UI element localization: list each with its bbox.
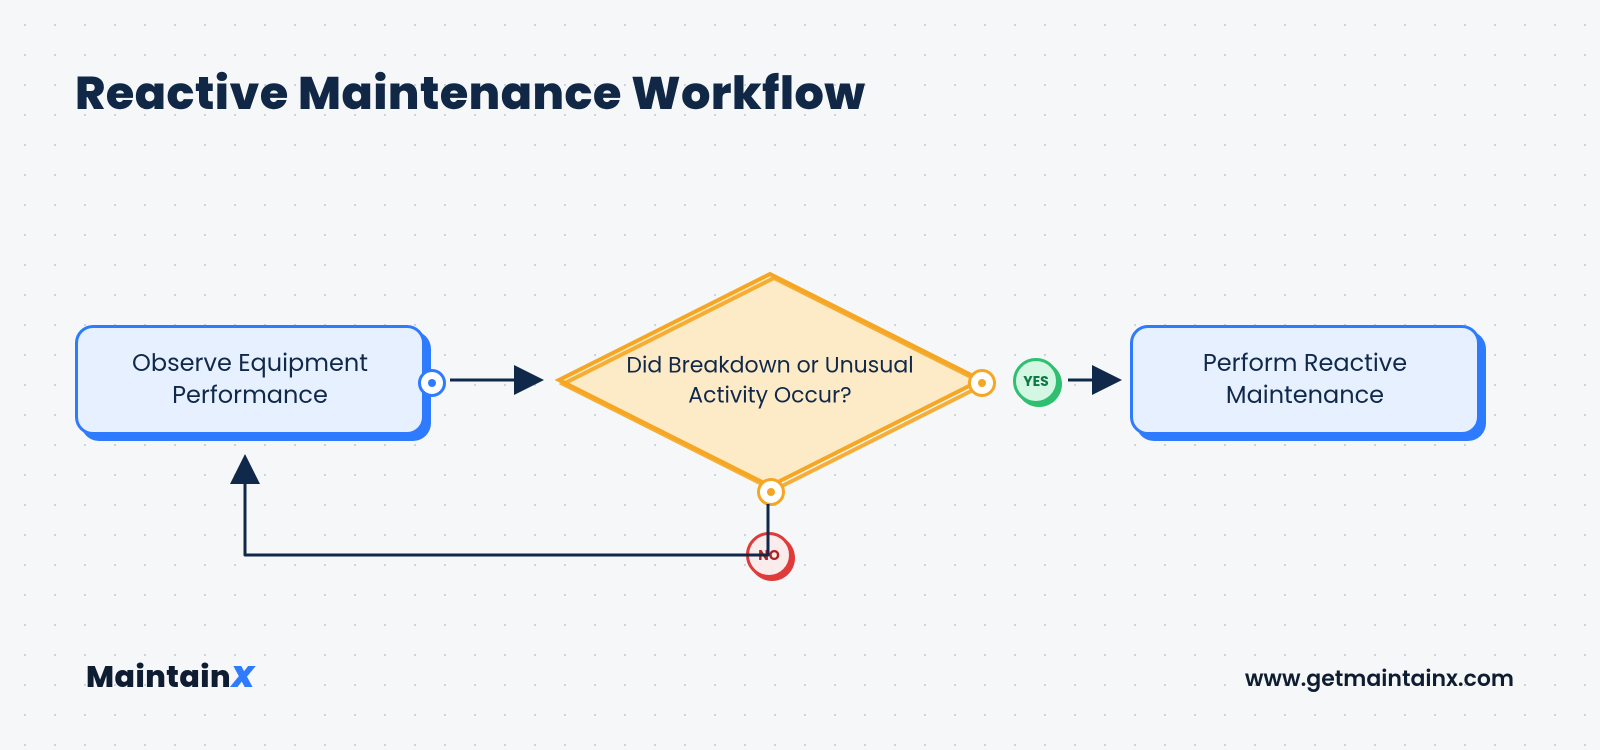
- arrow-observe-to-decision: [450, 370, 550, 390]
- process-perform-label: Perform Reactive Maintenance: [1157, 348, 1453, 413]
- arrow-no-loopback: [230, 500, 790, 590]
- process-observe-label: Observe Equipment Performance: [102, 348, 398, 413]
- connector-out-observe: [418, 369, 446, 397]
- brand-logo: MaintainX: [86, 654, 255, 700]
- brand-suffix: X: [231, 655, 254, 698]
- yes-label: YES: [1023, 371, 1049, 392]
- decision-label: Did Breakdown or Unusual Activity Occur?: [555, 350, 985, 409]
- decision-breakdown: Did Breakdown or Unusual Activity Occur?: [555, 270, 985, 490]
- process-perform: Perform Reactive Maintenance: [1130, 325, 1480, 435]
- yes-badge: YES: [1013, 358, 1059, 404]
- diagram-title: Reactive Maintenance Workflow: [75, 60, 865, 129]
- brand-prefix: Maintain: [86, 655, 231, 698]
- connector-decision-yes: [968, 369, 996, 397]
- footer-url: www.getmaintainx.com: [1245, 662, 1514, 695]
- process-observe: Observe Equipment Performance: [75, 325, 425, 435]
- arrow-yes-to-perform: [1068, 370, 1128, 390]
